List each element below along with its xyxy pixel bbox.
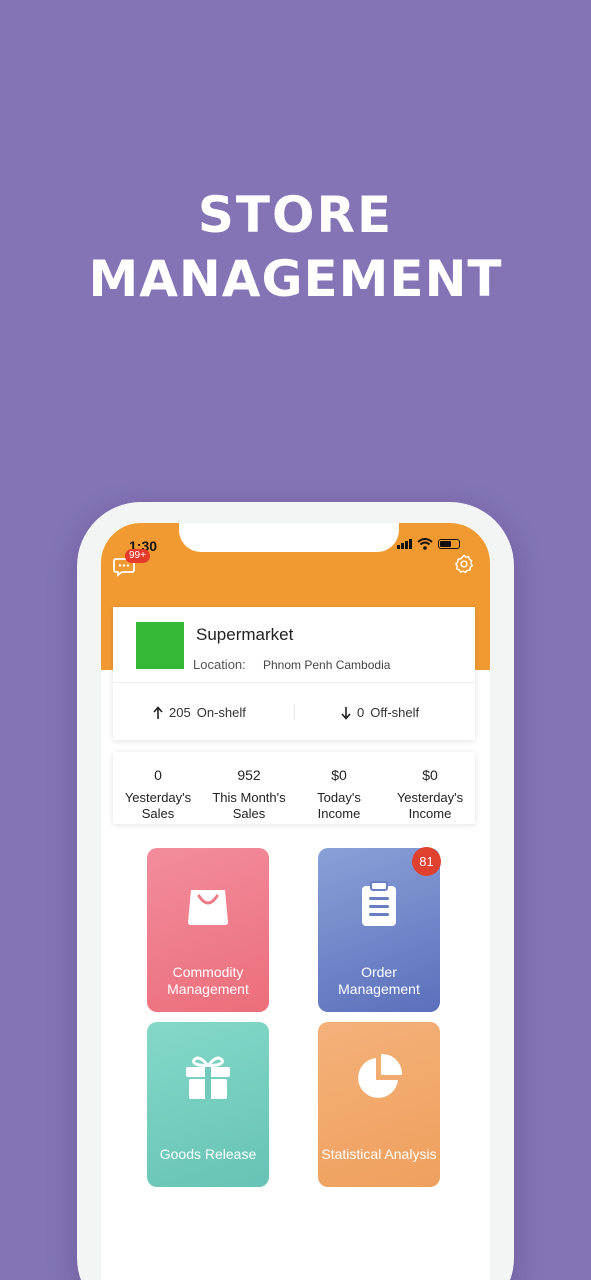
- stat-label-line1: This Month's: [212, 790, 286, 805]
- statistical-analysis-tile[interactable]: Statistical Analysis: [318, 1022, 440, 1187]
- promo-title-line1: STORE: [197, 186, 394, 244]
- tile-label-line2: Management: [338, 981, 420, 997]
- goods-release-tile[interactable]: Goods Release: [147, 1022, 269, 1187]
- stat-label-line2: Income: [317, 806, 361, 821]
- stat-label: Yesterday's Sales: [113, 790, 203, 822]
- commodity-management-tile[interactable]: Commodity Management: [147, 848, 269, 1012]
- shopping-bag-icon: [188, 890, 228, 925]
- stat-label-line2: Sales: [141, 806, 175, 821]
- stat-yesterday-income: $0 Yesterday's Income: [385, 767, 475, 822]
- stat-yesterday-sales: 0 Yesterday's Sales: [113, 767, 203, 822]
- off-shelf-stat[interactable]: 0 Off-shelf: [341, 705, 419, 720]
- tile-label: Order Management: [318, 964, 440, 998]
- pie-chart-icon: [358, 1053, 403, 1098]
- stat-label-line1: Yesterday's: [396, 790, 464, 805]
- arrow-down-icon: [341, 706, 351, 720]
- gear-icon[interactable]: [453, 553, 475, 575]
- stat-value: $0: [422, 767, 438, 783]
- tile-label: Goods Release: [159, 1146, 257, 1162]
- stat-value: 952: [237, 767, 261, 783]
- wifi-icon: [417, 538, 433, 550]
- stat-label-line2: Income: [408, 806, 452, 821]
- phone-notch: [179, 523, 399, 552]
- clipboard-icon: [362, 881, 396, 926]
- tile-label-line2: Management: [167, 981, 249, 997]
- tile-label-line1: Commodity: [172, 964, 244, 980]
- stats-panel: 0 Yesterday's Sales 952 This Month's Sal…: [113, 752, 475, 824]
- off-shelf-count: 0: [357, 705, 365, 720]
- on-shelf-count: 205: [169, 705, 191, 720]
- stat-today-income: $0 Today's Income: [294, 767, 384, 822]
- arrow-up-icon: [153, 705, 163, 719]
- divider: [113, 682, 475, 683]
- stat-month-sales: 952 This Month's Sales: [204, 767, 294, 822]
- on-shelf-stat[interactable]: 205 On-shelf: [153, 705, 246, 720]
- message-badge: 99+: [125, 549, 150, 563]
- promo-title-line2: MANAGEMENT: [88, 250, 503, 308]
- status-icons: [397, 537, 460, 551]
- stat-label-line1: Today's: [317, 790, 361, 805]
- stat-label: Yesterday's Income: [385, 790, 475, 822]
- stat-label-line1: Yesterday's: [124, 790, 192, 805]
- tile-label: Statistical Analysis: [321, 1146, 437, 1162]
- order-count-badge: 81: [412, 847, 441, 876]
- store-card[interactable]: Supermarket Location: Phnom Penh Cambodi…: [113, 607, 475, 740]
- location-label: Location:: [193, 657, 246, 672]
- app-screen: 1:30 99+ Supermarket Location: Phnom Pen…: [101, 523, 490, 1280]
- store-name: Supermarket: [196, 625, 294, 644]
- stat-label: This Month's Sales: [204, 790, 294, 822]
- stat-label: Today's Income: [294, 790, 384, 822]
- gift-icon: [186, 1056, 230, 1099]
- signal-icon: [397, 539, 412, 549]
- stat-label-line2: Sales: [232, 806, 266, 821]
- on-shelf-label: On-shelf: [196, 705, 246, 720]
- tile-label-line1: Order: [361, 964, 397, 980]
- order-management-tile[interactable]: 81 Order Management: [318, 847, 441, 1012]
- off-shelf-label: Off-shelf: [370, 705, 420, 720]
- stat-value: $0: [331, 767, 347, 783]
- battery-icon: [438, 539, 460, 549]
- store-logo: [136, 622, 184, 669]
- tile-label: Commodity Management: [147, 964, 269, 998]
- shelf-separator: [294, 704, 295, 720]
- location-value: Phnom Penh Cambodia: [263, 658, 391, 672]
- stat-value: 0: [154, 767, 162, 783]
